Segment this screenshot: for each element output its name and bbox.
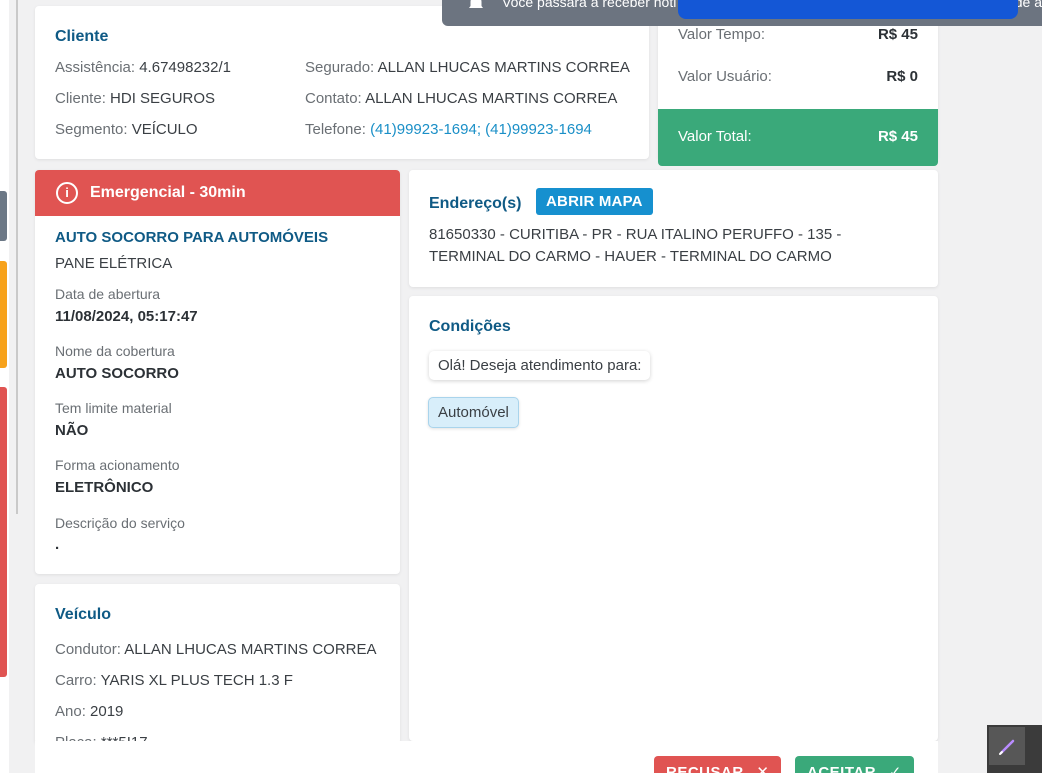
limite-value: NÃO bbox=[55, 422, 89, 439]
condutor-label: Condutor: bbox=[55, 641, 121, 658]
segmento-field: Segmento: VEÍCULO bbox=[55, 121, 198, 138]
valor-usuario-label: Valor Usuário: bbox=[678, 68, 772, 85]
divider-line bbox=[16, 0, 18, 514]
left-side-strip bbox=[0, 0, 9, 773]
cliente-value: HDI SEGUROS bbox=[110, 90, 216, 107]
servico-tipo: AUTO SOCORRO PARA AUTOMÓVEIS bbox=[55, 229, 329, 246]
abertura-label: Data de abertura bbox=[55, 286, 161, 302]
cliente-field: Cliente: HDI SEGUROS bbox=[55, 90, 215, 107]
strip-segment-orange[interactable] bbox=[0, 261, 7, 368]
contato-label: Contato: bbox=[305, 90, 362, 107]
valor-tempo-row: Valor Tempo: R$ 45 bbox=[678, 26, 918, 43]
pen-tool[interactable] bbox=[989, 727, 1025, 765]
contato-value: ALLAN LHUCAS MARTINS CORREA bbox=[365, 90, 618, 107]
telefone-field: Telefone: (41)99923-1694; (41)99923-1694 bbox=[305, 121, 592, 138]
carro-value: YARIS XL PLUS TECH 1.3 F bbox=[100, 672, 293, 689]
assistencia-value: 4.67498232/1 bbox=[139, 59, 231, 76]
carro-label: Carro: bbox=[55, 672, 97, 689]
valor-tempo-label: Valor Tempo: bbox=[678, 26, 765, 43]
check-icon: ✓ bbox=[888, 764, 902, 773]
acionamento-value: ELETRÔNICO bbox=[55, 479, 154, 496]
info-icon: i bbox=[56, 182, 78, 204]
emergency-badge-text: Emergencial - 30min bbox=[90, 184, 246, 201]
ano-field: Ano: 2019 bbox=[55, 703, 123, 720]
condicoes-card: Condições Olá! Deseja atendimento para: … bbox=[409, 296, 938, 741]
notification-text-right: de a bbox=[1014, 0, 1042, 10]
condicoes-title: Condições bbox=[429, 318, 511, 335]
descricao-label: Descrição do serviço bbox=[55, 515, 185, 531]
abertura-value: 11/08/2024, 05:17:47 bbox=[55, 308, 198, 325]
valores-card: Valor Tempo: R$ 45 Valor Usuário: R$ 0 V… bbox=[658, 6, 938, 166]
telefone-label: Telefone: bbox=[305, 121, 366, 138]
segurado-field: Segurado: ALLAN LHUCAS MARTINS CORREA bbox=[305, 59, 630, 76]
condutor-value: ALLAN LHUCAS MARTINS CORREA bbox=[124, 641, 377, 658]
valor-usuario-row: Valor Usuário: R$ 0 bbox=[678, 68, 918, 85]
recusar-label: RECUSAR bbox=[666, 764, 744, 773]
veiculo-title: Veículo bbox=[55, 606, 112, 623]
valor-total-label: Valor Total: bbox=[678, 128, 752, 145]
cliente-card: Cliente Assistência: 4.67498232/1 Client… bbox=[35, 6, 649, 159]
descricao-value: . bbox=[55, 536, 60, 553]
servico-subtipo: PANE ELÉTRICA bbox=[55, 255, 173, 272]
servico-card: i Emergencial - 30min AUTO SOCORRO PARA … bbox=[35, 170, 400, 574]
strip-segment-red[interactable] bbox=[0, 387, 7, 677]
strip-segment-gray[interactable] bbox=[0, 191, 7, 241]
endereco-line-2: TERMINAL DO CARMO - HAUER - TERMINAL DO … bbox=[429, 248, 832, 265]
valor-tempo-value: R$ 45 bbox=[877, 26, 918, 43]
veiculo-card: Veículo Condutor: ALLAN LHUCAS MARTINS C… bbox=[35, 584, 400, 744]
recusar-button[interactable]: RECUSAR ✕ bbox=[654, 756, 782, 773]
condutor-field: Condutor: ALLAN LHUCAS MARTINS CORREA bbox=[55, 641, 377, 658]
aceitar-button[interactable]: ACEITAR ✓ bbox=[795, 756, 914, 773]
notification-action-button[interactable] bbox=[678, 0, 1018, 19]
segmento-value: VEÍCULO bbox=[131, 121, 198, 138]
condicoes-question-bubble: Olá! Deseja atendimento para: bbox=[429, 351, 651, 380]
notification-text: Você passará a receber noti bbox=[502, 0, 677, 10]
abrir-mapa-button[interactable]: ABRIR MAPA bbox=[536, 188, 653, 215]
close-icon: ✕ bbox=[756, 764, 770, 773]
emergency-badge: i Emergencial - 30min bbox=[35, 170, 400, 216]
cobertura-label: Nome da cobertura bbox=[55, 343, 175, 359]
contato-field: Contato: ALLAN LHUCAS MARTINS CORREA bbox=[305, 90, 617, 107]
aceitar-label: ACEITAR bbox=[807, 764, 877, 773]
endereco-line-1: 81650330 - CURITIBA - PR - RUA ITALINO P… bbox=[429, 226, 842, 243]
pen-icon bbox=[999, 739, 1015, 755]
limite-label: Tem limite material bbox=[55, 400, 172, 416]
segurado-value: ALLAN LHUCAS MARTINS CORREA bbox=[377, 59, 630, 76]
valor-total-value: R$ 45 bbox=[877, 128, 918, 145]
segmento-label: Segmento: bbox=[55, 121, 128, 138]
assistencia-label: Assistência: bbox=[55, 59, 136, 76]
corner-widget[interactable] bbox=[987, 725, 1042, 773]
telefone-link[interactable]: (41)99923-1694; (41)99923-1694 bbox=[370, 121, 592, 138]
cliente-label: Cliente: bbox=[55, 90, 106, 107]
carro-field: Carro: YARIS XL PLUS TECH 1.3 F bbox=[55, 672, 293, 689]
endereco-title: Endereço(s) bbox=[429, 195, 522, 212]
condicoes-answer-chip[interactable]: Automóvel bbox=[428, 397, 519, 428]
ano-label: Ano: bbox=[55, 703, 86, 720]
segurado-label: Segurado: bbox=[305, 59, 375, 76]
ano-value: 2019 bbox=[90, 703, 124, 720]
valor-total-bar: Valor Total: R$ 45 bbox=[658, 109, 938, 166]
bell-icon bbox=[469, 0, 483, 8]
acionamento-label: Forma acionamento bbox=[55, 457, 180, 473]
assistencia-field: Assistência: 4.67498232/1 bbox=[55, 59, 231, 76]
cliente-title: Cliente bbox=[55, 28, 109, 45]
valor-usuario-value: R$ 0 bbox=[886, 68, 918, 85]
cobertura-value: AUTO SOCORRO bbox=[55, 365, 179, 382]
endereco-card: Endereço(s) ABRIR MAPA 81650330 - CURITI… bbox=[409, 170, 938, 287]
